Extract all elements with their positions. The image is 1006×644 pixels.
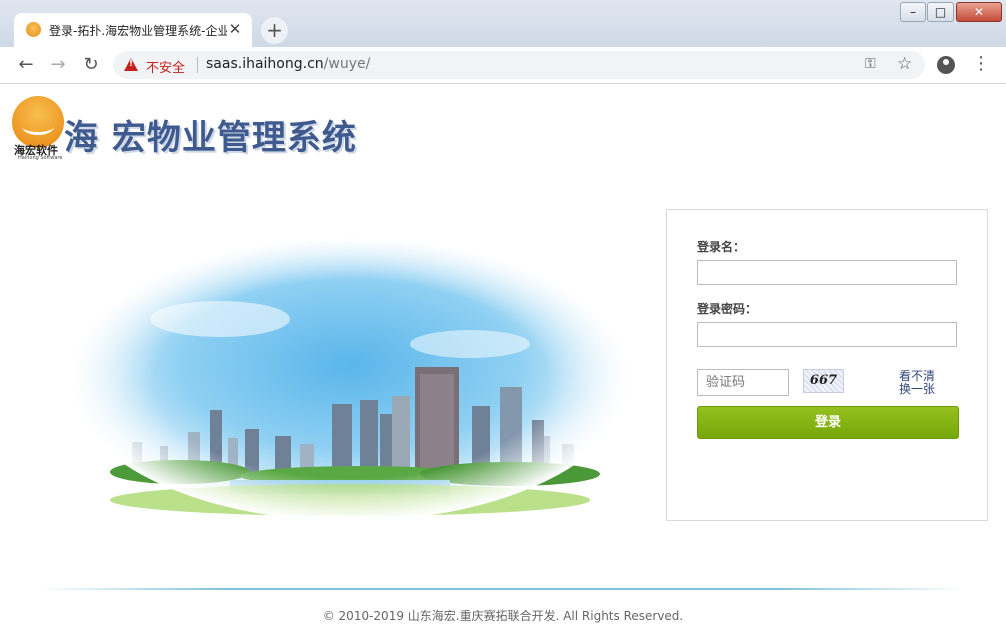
password-label: 登录密码：	[697, 302, 758, 316]
window-minimize-button[interactable]: –	[900, 2, 926, 22]
logo-caption-sub: Haihong Software	[18, 155, 63, 161]
tab-title: 登录-拓扑.海宏物业管理系统-企业	[49, 24, 227, 38]
browser-titlebar: 登录-拓扑.海宏物业管理系统-企业 ✕ + – □ ✕	[0, 0, 1006, 47]
login-panel: 登录名： 登录密码： 667 看不清 换一张 登录	[666, 209, 988, 521]
copyright-text: © 2010-2019 山东海宏.重庆赛拓联合开发. All Rights Re…	[322, 609, 684, 623]
tab-close-icon[interactable]: ✕	[226, 20, 244, 38]
captcha-image[interactable]: 667	[803, 369, 844, 393]
login-button[interactable]: 登录	[697, 406, 959, 439]
captcha-refresh-link[interactable]: 看不清 换一张	[899, 370, 939, 396]
window-maximize-button[interactable]: □	[927, 2, 954, 22]
account-icon[interactable]	[937, 56, 955, 74]
warning-triangle-icon	[124, 58, 138, 71]
new-tab-button[interactable]: +	[261, 17, 288, 44]
username-input[interactable]	[697, 260, 957, 285]
site-favicon-icon	[26, 22, 41, 37]
browser-toolbar: ← → ↻ 不安全 saas.ihaihong.cn/wuye/ ⚿ ☆	[0, 47, 1006, 84]
reload-icon[interactable]: ↻	[79, 53, 103, 77]
city-skyline-image	[70, 224, 630, 529]
footer-divider	[40, 588, 966, 590]
system-title: 海 宏物业管理系统	[64, 118, 357, 158]
company-logo-icon	[12, 96, 64, 148]
window-close-button[interactable]: ✕	[956, 2, 1002, 22]
address-bar[interactable]: 不安全 saas.ihaihong.cn/wuye/ ⚿ ☆	[113, 51, 925, 79]
forward-arrow-icon[interactable]: →	[46, 53, 70, 77]
password-input[interactable]	[697, 322, 957, 347]
address-separator	[197, 57, 198, 73]
username-label: 登录名：	[697, 240, 746, 254]
back-arrow-icon[interactable]: ←	[14, 53, 38, 77]
key-icon[interactable]: ⚿	[865, 56, 876, 72]
bookmark-star-icon[interactable]: ☆	[897, 54, 912, 74]
url-text[interactable]: saas.ihaihong.cn/wuye/	[206, 56, 370, 72]
browser-tab[interactable]: 登录-拓扑.海宏物业管理系统-企业 ✕	[14, 13, 252, 47]
captcha-input[interactable]	[697, 369, 789, 396]
menu-dots-icon[interactable]: ⋮	[972, 54, 990, 74]
login-page: 海宏软件 Haihong Software 海 宏物业管理系统 登录名： 登录密…	[0, 84, 1006, 644]
insecure-label[interactable]: 不安全	[146, 57, 185, 76]
